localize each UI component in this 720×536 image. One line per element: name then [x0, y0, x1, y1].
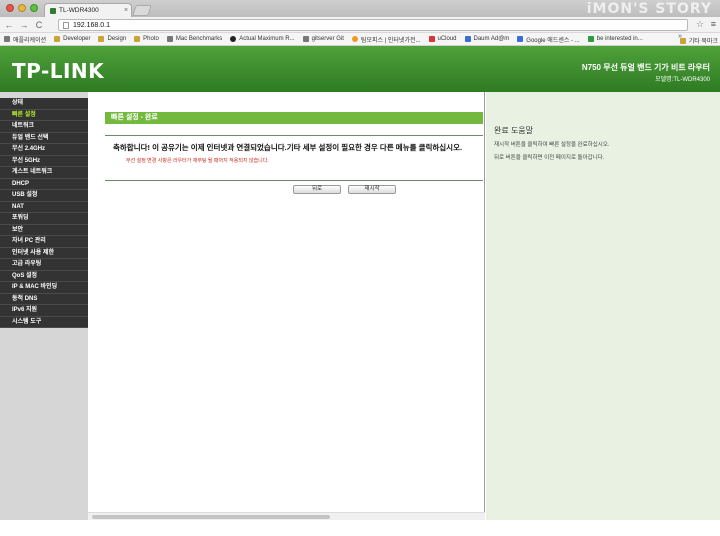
sidebar-item-access-control[interactable]: 인터넷 사용 제한: [0, 248, 88, 259]
gear-icon: [166, 36, 173, 42]
circle-icon: [230, 36, 237, 42]
bookmark-google-adsense[interactable]: Google 애드센스 - ...: [517, 35, 580, 44]
sidebar-item-usb[interactable]: USB 설정: [0, 190, 88, 202]
zoom-window-button[interactable]: [30, 4, 38, 12]
sidebar-item-wireless-5[interactable]: 무선 5GHz: [0, 156, 88, 167]
sidebar-item-security[interactable]: 보안: [0, 225, 88, 236]
router-header: TP-LINK N750 무선 듀얼 밴드 기가 비트 라우터 모델명:TL-W…: [0, 46, 720, 92]
bookmark-ucloud[interactable]: uCloud: [428, 36, 457, 42]
daum-icon: [464, 36, 471, 42]
sidebar-item-ipv6[interactable]: IPv6 지원: [0, 305, 88, 317]
bookmark-teamoffice[interactable]: 팀모피스 | 인터넷가전...: [351, 35, 421, 44]
help-text: 재시작 버튼을 클릭하여 빠른 설정을 완료하십시오.: [494, 142, 610, 148]
back-button[interactable]: 뒤로: [293, 185, 341, 194]
bookmark-actual-maximum[interactable]: Actual Maximum R...: [230, 36, 295, 42]
sidebar-item-status[interactable]: 상태: [0, 98, 88, 110]
bookmark-design[interactable]: Design: [98, 36, 126, 42]
minimize-window-button[interactable]: [18, 4, 26, 12]
bookmark-photo[interactable]: Photo: [134, 36, 159, 42]
sidebar-list: 상태 빠른 설정 네트워크 듀얼 밴드 선택 무선 2.4GHz 무선 5GHz…: [0, 98, 88, 328]
url-text[interactable]: 192.168.0.1: [73, 22, 110, 29]
im-icon: [587, 36, 594, 42]
restart-button[interactable]: 재시작: [348, 185, 396, 194]
browser-menu-icon[interactable]: ≡: [711, 19, 716, 29]
help-panel: 완료 도움말 재시작 버튼을 클릭하여 빠른 설정을 완료하십시오. 뒤로 버튼…: [486, 92, 720, 520]
grid-icon: [302, 36, 309, 42]
sidebar-item-wireless-24[interactable]: 무선 2.4GHz: [0, 144, 88, 156]
browser-tab[interactable]: TL-WDR4300 ×: [44, 3, 132, 17]
sidebar-item-system-tools[interactable]: 시스템 도구: [0, 317, 88, 328]
reload-icon[interactable]: C: [33, 19, 45, 31]
tab-title: TL-WDR4300: [59, 7, 99, 14]
badge-icon: [351, 36, 358, 42]
bookmark-apps[interactable]: 애플리케이션: [4, 35, 46, 44]
page-icon: [63, 21, 69, 29]
model-name: 모델명:TL-WDR4300: [655, 77, 710, 83]
close-window-button[interactable]: [6, 4, 14, 12]
sidebar-item-dual-band[interactable]: 듀얼 밴드 선택: [0, 133, 88, 144]
bookmark-mac-benchmarks[interactable]: Mac Benchmarks: [166, 36, 222, 42]
browser-tab-bar: TL-WDR4300 × iMON'S STORY: [0, 0, 720, 17]
sidebar-item-guest-network[interactable]: 게스트 네트워크: [0, 167, 88, 179]
divider: [105, 135, 483, 136]
address-bar[interactable]: 192.168.0.1: [58, 19, 688, 31]
page-title: 빠른 설정 - 완료: [111, 114, 158, 121]
browser-toolbar: ← → C 192.168.0.1 ☆ ≡: [0, 17, 720, 33]
bookmark-daum[interactable]: Daum Ad@m: [464, 36, 509, 42]
folder-icon: [134, 36, 141, 42]
scrollbar-thumb[interactable]: [92, 515, 330, 519]
product-name: N750 무선 듀얼 밴드 기가 비트 라우터: [581, 63, 710, 72]
help-title: 완료 도움말: [494, 126, 534, 135]
bookmark-interested[interactable]: be interested in...: [587, 36, 643, 42]
sidebar-item-qos[interactable]: QoS 설정: [0, 271, 88, 282]
sidebar-item-advanced-routing[interactable]: 고급 라우팅: [0, 259, 88, 271]
window-bottom: [0, 520, 720, 536]
apps-icon: [4, 36, 10, 42]
congrats-message: 축하합니다! 이 공유기는 이제 인터넷과 연결되었습니다.기타 세부 설정이 …: [113, 143, 463, 152]
bookmarks-bar: 애플리케이션 Developer Design Photo Mac Benchm…: [0, 33, 720, 46]
folder-icon: [54, 36, 61, 42]
tab-favicon-icon: [50, 7, 56, 14]
new-tab-button[interactable]: [132, 5, 152, 16]
sidebar-item-parental-control[interactable]: 자녀 PC 관리: [0, 236, 88, 248]
sidebar-item-quick-setup[interactable]: 빠른 설정: [0, 110, 88, 121]
sidebar-menu: 상태 빠른 설정 네트워크 듀얼 밴드 선택 무선 2.4GHz 무선 5GHz…: [0, 92, 88, 520]
divider: [105, 180, 483, 181]
bookmark-other[interactable]: 기타 북마크: [679, 36, 718, 45]
main-content: 빠른 설정 - 완료 축하합니다! 이 공유기는 이제 인터넷과 연결되었습니다…: [88, 92, 485, 520]
bookmark-star-icon[interactable]: ☆: [696, 19, 704, 30]
sidebar-item-network[interactable]: 네트워크: [0, 121, 88, 133]
help-text: 뒤로 버튼을 클릭하면 이전 페이지로 돌아갑니다.: [494, 155, 605, 161]
sidebar-item-dynamic-dns[interactable]: 동적 DNS: [0, 294, 88, 305]
horizontal-scrollbar[interactable]: [88, 512, 485, 520]
folder-icon: [98, 36, 105, 42]
sidebar-item-forwarding[interactable]: 포워딩: [0, 213, 88, 225]
sidebar-item-ip-mac-binding[interactable]: IP & MAC 바인딩: [0, 282, 88, 294]
cloud-icon: [428, 36, 435, 42]
sidebar-item-dhcp[interactable]: DHCP: [0, 179, 88, 190]
sidebar-item-nat[interactable]: NAT: [0, 202, 88, 213]
tab-close-icon[interactable]: ×: [121, 7, 131, 14]
reboot-notice: 무선 설정 변경 사항은 라우터가 재부팅 될 때까지 적용되지 않습니다.: [126, 158, 269, 164]
bookmark-developer[interactable]: Developer: [54, 36, 90, 42]
forward-arrow-icon[interactable]: →: [18, 19, 30, 31]
section-title-bar: 빠른 설정 - 완료: [105, 112, 483, 124]
tp-link-logo: TP-LINK: [12, 59, 105, 83]
google-icon: [517, 36, 524, 42]
watermark: iMON'S STORY: [586, 1, 712, 17]
bookmark-gitserver[interactable]: gitserver Git: [302, 36, 344, 42]
folder-icon: [679, 37, 686, 44]
back-arrow-icon[interactable]: ←: [3, 19, 15, 31]
